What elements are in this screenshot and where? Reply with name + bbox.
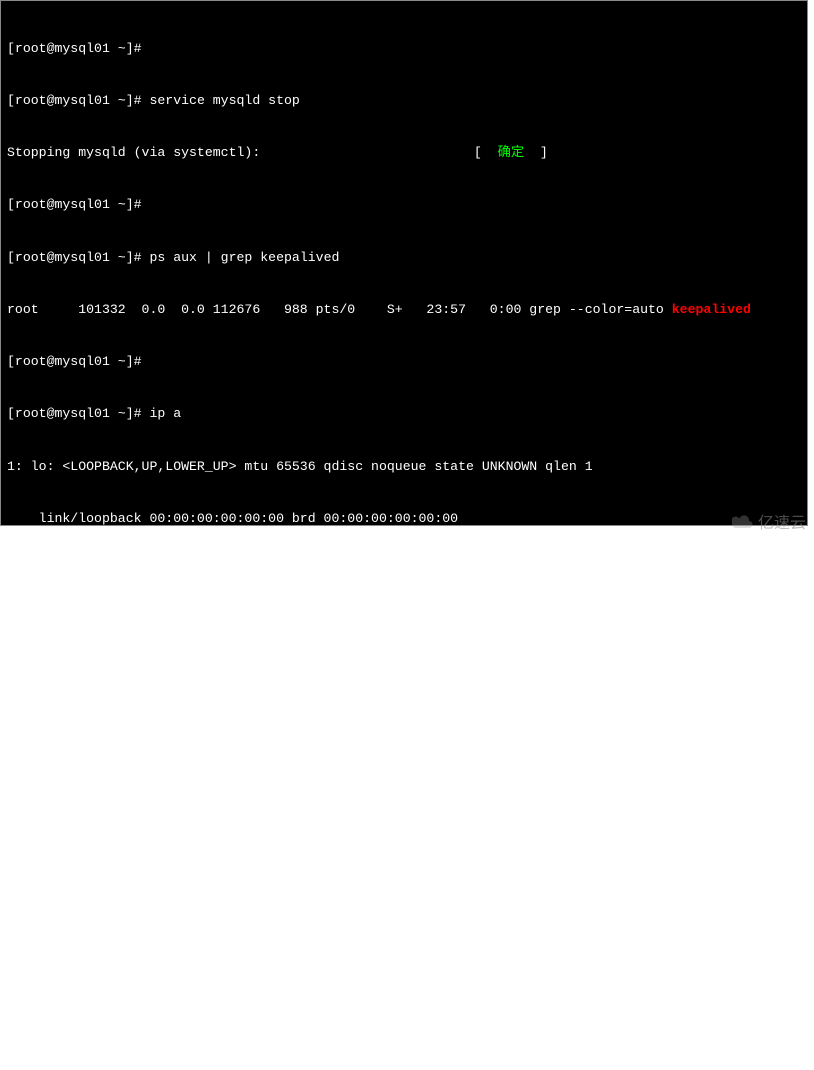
terminal-window[interactable]: [root@mysql01 ~]# [root@mysql01 ~]# serv… bbox=[0, 0, 808, 526]
shell-prompt: [root@mysql01 ~]# bbox=[7, 197, 142, 212]
ip-output-line: 1: lo: <LOOPBACK,UP,LOWER_UP> mtu 65536 … bbox=[7, 458, 801, 475]
shell-prompt: [root@mysql01 ~]# bbox=[7, 41, 142, 56]
ip-output-line: valid_lft forever preferred_lft forever bbox=[7, 1032, 801, 1049]
command-ip-a: ip a bbox=[142, 406, 182, 421]
command-service-stop: service mysqld stop bbox=[142, 93, 300, 108]
ip-output-line: valid_lft forever preferred_lft forever bbox=[7, 614, 801, 631]
stop-status-ok: 确定 bbox=[482, 145, 540, 160]
ip-output-line: inet6 fe80::e88d:7d:11f2:2a3b/64 scope l… bbox=[7, 980, 801, 997]
ip-output-line: inet 127.0.0.1/8 scope host lo bbox=[7, 562, 801, 579]
ip-output-line: valid_lft forever preferred_lft forever bbox=[7, 719, 801, 736]
ip-output-line: link/loopback 00:00:00:00:00:00 brd 00:0… bbox=[7, 510, 801, 527]
shell-prompt: [root@mysql01 ~]# bbox=[7, 93, 142, 108]
watermark-text: 亿速云 bbox=[758, 509, 806, 533]
ip-output-line: valid_lft forever preferred_lft forever bbox=[7, 928, 801, 945]
watermark: 亿速云 bbox=[732, 509, 806, 533]
ip-output-line: inet 192.168.200.180/24 brd 192.168.200.… bbox=[7, 875, 801, 892]
command-ps-grep: ps aux | grep keepalived bbox=[142, 250, 340, 265]
ps-output: root 101332 0.0 0.0 112676 988 pts/0 S+ … bbox=[7, 302, 672, 317]
shell-prompt: [root@mysql01 ~]# bbox=[7, 250, 142, 265]
grep-match: keepalived bbox=[672, 302, 751, 317]
cloud-icon bbox=[732, 513, 754, 529]
ip-output-line: inet6 ::1/128 scope host bbox=[7, 666, 801, 683]
stop-output-left: Stopping mysqld (via systemctl): [ bbox=[7, 145, 482, 160]
shell-prompt: [root@mysql01 ~]# bbox=[7, 406, 142, 421]
ip-output-line: 2: ens33: <BROADCAST,MULTICAST,UP,LOWER_… bbox=[7, 771, 801, 788]
ip-output-line: link/ether 00:50:56:36:ed:4d brd ff:ff:f… bbox=[7, 823, 801, 840]
shell-prompt: [root@mysql01 ~]# bbox=[7, 354, 142, 369]
stop-output-right: ] bbox=[540, 145, 548, 160]
